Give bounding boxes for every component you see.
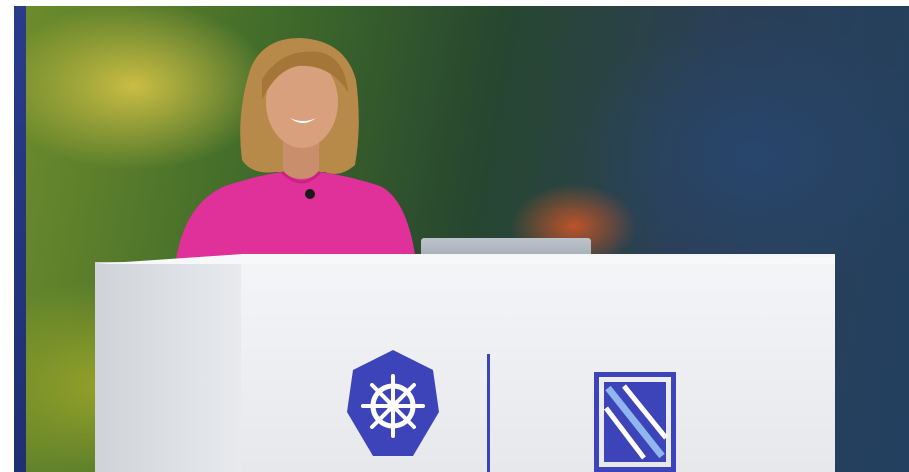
lectern-front — [241, 254, 835, 472]
lectern — [95, 254, 835, 472]
keynote-photo — [0, 0, 909, 472]
lectern-side — [95, 262, 241, 472]
cncf-icon — [594, 372, 676, 472]
lapel-mic-icon — [305, 189, 315, 199]
logo-divider — [487, 354, 490, 472]
kubernetes-helm-icon — [347, 350, 439, 456]
